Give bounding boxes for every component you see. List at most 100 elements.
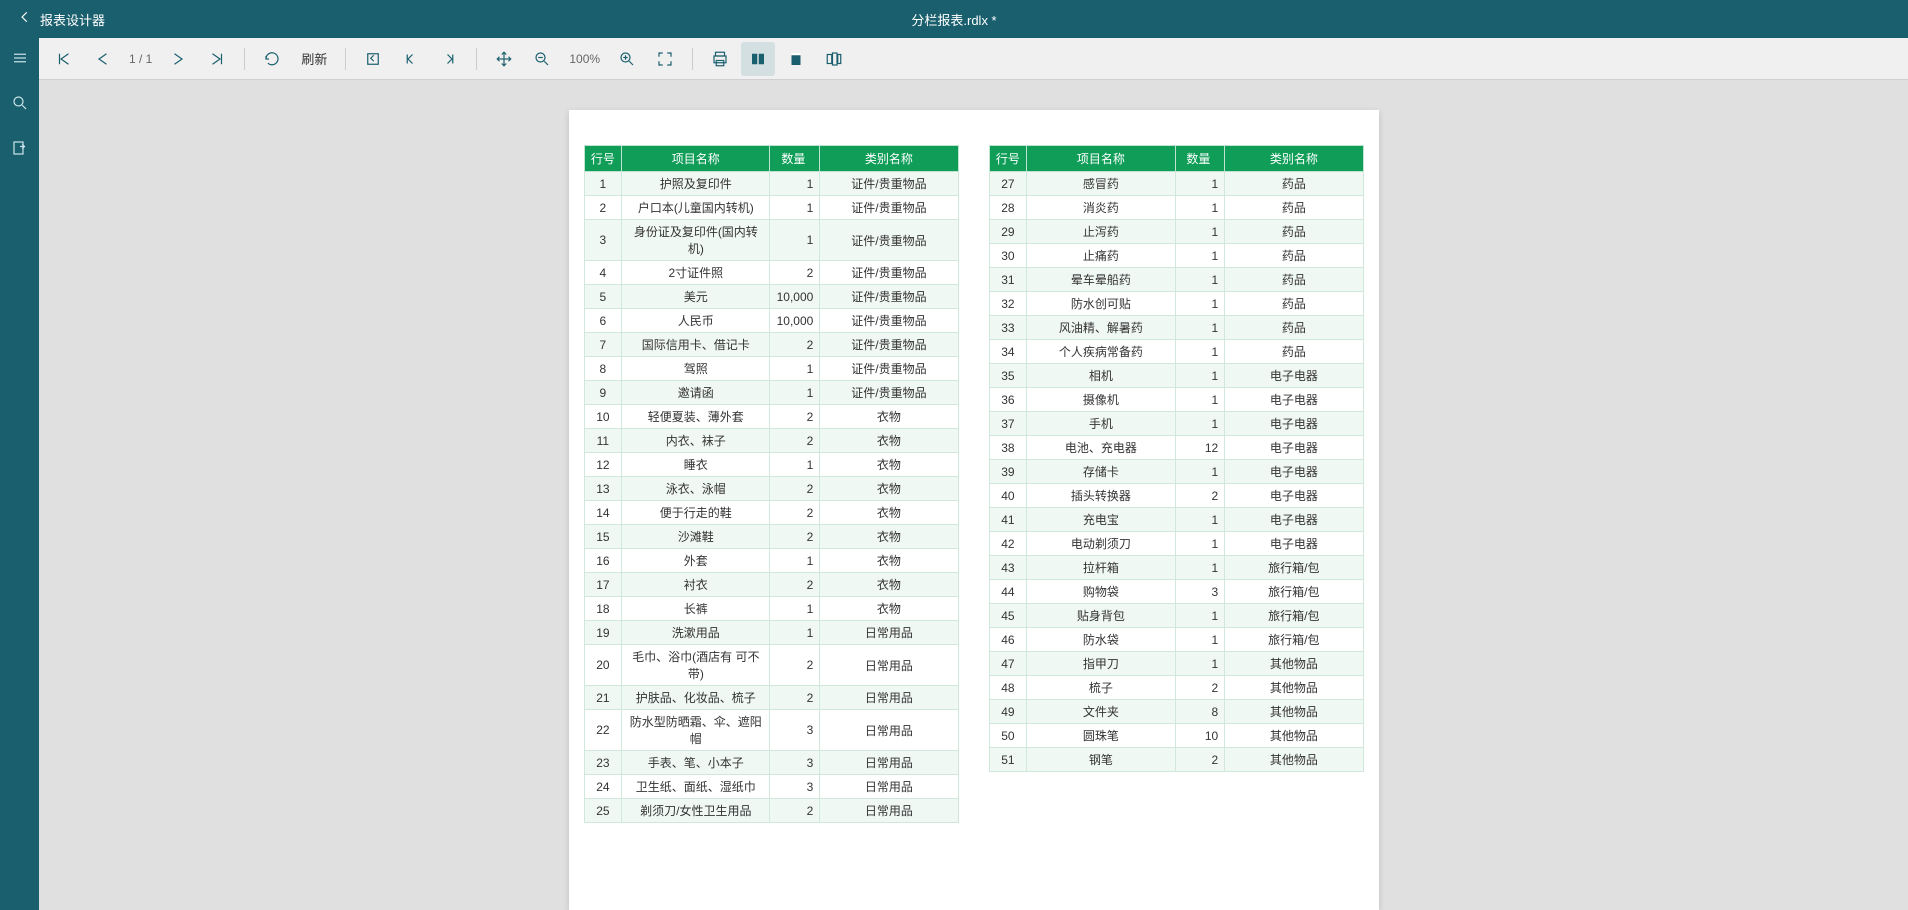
page-scroll[interactable]: 行号 项目名称 数量 类别名称 1护照及复印件1证件/贵重物品2户口本(儿童国内… (39, 80, 1908, 910)
cell-category: 旅行箱/包 (1225, 604, 1363, 628)
cell-qty: 1 (1175, 388, 1225, 412)
first-page-button[interactable] (47, 42, 81, 76)
cell-item-name: 插头转换器 (1027, 484, 1175, 508)
cell-item-name: 个人疾病常备药 (1027, 340, 1175, 364)
cell-qty: 2 (770, 333, 820, 357)
step-forward-button[interactable] (432, 42, 466, 76)
last-page-button[interactable] (200, 42, 234, 76)
table-row: 42寸证件照2证件/贵重物品 (584, 261, 958, 285)
cell-item-name: 电动剃须刀 (1027, 532, 1175, 556)
move-tool-button[interactable] (487, 42, 521, 76)
cell-qty: 2 (770, 525, 820, 549)
table-row: 25剃须刀/女性卫生用品2日常用品 (584, 799, 958, 823)
cell-item-name: 长裤 (622, 597, 770, 621)
col-header-cat: 类别名称 (820, 146, 958, 172)
gallery-view-button[interactable] (817, 42, 851, 76)
cell-row-no: 27 (989, 172, 1027, 196)
back-button[interactable] (10, 10, 40, 29)
menu-icon[interactable] (10, 48, 30, 68)
report-table-right: 行号 项目名称 数量 类别名称 27感冒药1药品28消炎药1药品29止泻药1药品… (989, 145, 1364, 772)
table-row: 15沙滩鞋2衣物 (584, 525, 958, 549)
cell-category: 旅行箱/包 (1225, 580, 1363, 604)
print-button[interactable] (703, 42, 737, 76)
table-row: 44购物袋3旅行箱/包 (989, 580, 1363, 604)
back-history-button[interactable] (356, 42, 390, 76)
cell-qty: 2 (770, 261, 820, 285)
table-row: 49文件夹8其他物品 (989, 700, 1363, 724)
cell-category: 日常用品 (820, 710, 958, 751)
cell-row-no: 2 (584, 196, 622, 220)
prev-page-button[interactable] (85, 42, 119, 76)
refresh-label[interactable]: 刷新 (293, 49, 335, 68)
cell-row-no: 36 (989, 388, 1027, 412)
fullscreen-button[interactable] (648, 42, 682, 76)
viewer-area: 1 / 1 刷新 100% 行号 项目名称 数量 (39, 38, 1908, 910)
cell-row-no: 13 (584, 477, 622, 501)
next-page-button[interactable] (162, 42, 196, 76)
report-table-left: 行号 项目名称 数量 类别名称 1护照及复印件1证件/贵重物品2户口本(儿童国内… (584, 145, 959, 823)
cell-item-name: 护照及复印件 (622, 172, 770, 196)
cell-qty: 1 (1175, 316, 1225, 340)
table-row: 34个人疾病常备药1药品 (989, 340, 1363, 364)
refresh-icon[interactable] (255, 42, 289, 76)
cell-item-name: 防水型防晒霜、伞、遮阳帽 (622, 710, 770, 751)
cell-category: 衣物 (820, 405, 958, 429)
table-row: 38电池、充电器12电子电器 (989, 436, 1363, 460)
table-row: 46防水袋1旅行箱/包 (989, 628, 1363, 652)
cell-category: 证件/贵重物品 (820, 381, 958, 405)
single-page-view-button[interactable] (741, 42, 775, 76)
cell-row-no: 30 (989, 244, 1027, 268)
cell-category: 药品 (1225, 268, 1363, 292)
zoom-out-button[interactable] (525, 42, 559, 76)
cell-qty: 1 (1175, 460, 1225, 484)
cell-qty: 1 (770, 172, 820, 196)
cell-qty: 3 (1175, 580, 1225, 604)
cell-category: 药品 (1225, 244, 1363, 268)
cell-row-no: 35 (989, 364, 1027, 388)
col-header-qty: 数量 (770, 146, 820, 172)
cell-qty: 1 (1175, 196, 1225, 220)
cell-item-name: 洗漱用品 (622, 621, 770, 645)
cell-item-name: 电池、充电器 (1027, 436, 1175, 460)
cell-category: 日常用品 (820, 621, 958, 645)
cell-category: 电子电器 (1225, 460, 1363, 484)
cell-qty: 1 (1175, 628, 1225, 652)
cell-item-name: 泳衣、泳帽 (622, 477, 770, 501)
cell-qty: 1 (1175, 508, 1225, 532)
cell-item-name: 毛巾、浴巾(酒店有 可不带) (622, 645, 770, 686)
cell-item-name: 贴身背包 (1027, 604, 1175, 628)
cell-row-no: 48 (989, 676, 1027, 700)
cell-row-no: 11 (584, 429, 622, 453)
col-header-row: 行号 (989, 146, 1027, 172)
table-row: 17衬衣2衣物 (584, 573, 958, 597)
table-row: 45贴身背包1旅行箱/包 (989, 604, 1363, 628)
cell-category: 衣物 (820, 573, 958, 597)
cell-qty: 1 (1175, 412, 1225, 436)
cell-category: 证件/贵重物品 (820, 196, 958, 220)
search-icon[interactable] (10, 93, 30, 113)
table-row: 1护照及复印件1证件/贵重物品 (584, 172, 958, 196)
zoom-level[interactable]: 100% (563, 52, 606, 66)
cell-item-name: 手表、笔、小本子 (622, 751, 770, 775)
cell-item-name: 驾照 (622, 357, 770, 381)
step-back-button[interactable] (394, 42, 428, 76)
cell-item-name: 止泻药 (1027, 220, 1175, 244)
cell-row-no: 14 (584, 501, 622, 525)
continuous-view-button[interactable] (779, 42, 813, 76)
table-row: 7国际信用卡、借记卡2证件/贵重物品 (584, 333, 958, 357)
table-row: 31晕车晕船药1药品 (989, 268, 1363, 292)
cell-row-no: 16 (584, 549, 622, 573)
cell-item-name: 护肤品、化妆品、梳子 (622, 686, 770, 710)
cell-row-no: 5 (584, 285, 622, 309)
cell-qty: 3 (770, 751, 820, 775)
col-header-name: 项目名称 (622, 146, 770, 172)
export-icon[interactable] (10, 138, 30, 158)
cell-qty: 1 (1175, 292, 1225, 316)
cell-item-name: 卫生纸、面纸、湿纸巾 (622, 775, 770, 799)
zoom-in-button[interactable] (610, 42, 644, 76)
table-row: 29止泻药1药品 (989, 220, 1363, 244)
table-row: 14便于行走的鞋2衣物 (584, 501, 958, 525)
cell-row-no: 25 (584, 799, 622, 823)
table-row: 27感冒药1药品 (989, 172, 1363, 196)
cell-item-name: 手机 (1027, 412, 1175, 436)
